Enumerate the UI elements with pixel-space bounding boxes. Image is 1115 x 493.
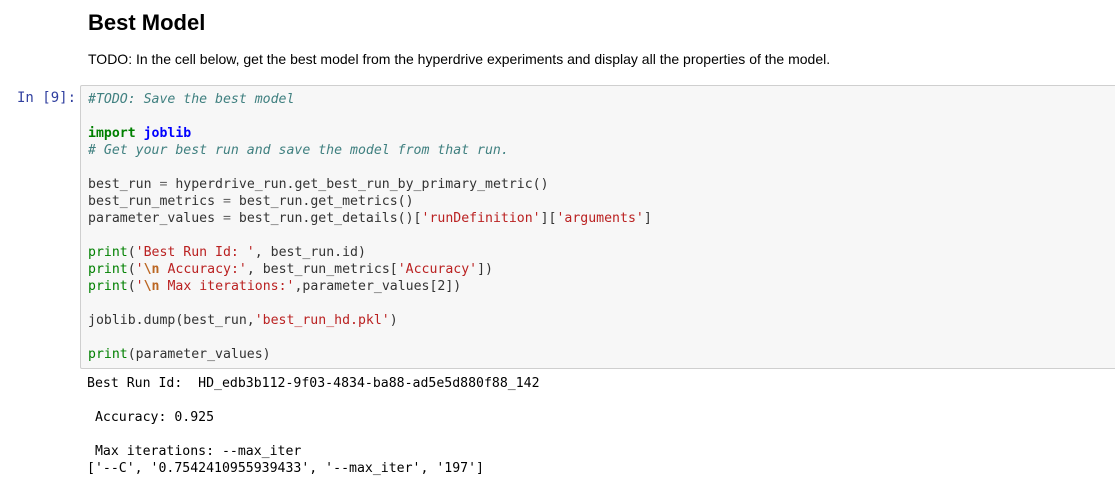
code-line: # Get your best run and save the model f… [88,143,509,158]
code-line: print('\n Max iterations:',parameter_val… [88,279,462,294]
code-line: print('Best Run Id: ', best_run.id) [88,245,366,260]
input-prompt: In [9]: [17,90,77,106]
code-line: best_run_metrics = best_run.get_metrics(… [88,194,414,209]
output-line: Best Run Id: HD_edb3b112-9f03-4834-ba88-… [87,376,540,391]
code-line: import joblib [88,126,192,141]
cell-output: Best Run Id: HD_edb3b112-9f03-4834-ba88-… [87,375,540,477]
code-line: joblib.dump(best_run,'best_run_hd.pkl') [88,313,398,328]
output-line: ['--C', '0.7542410955939433', '--max_ite… [87,461,484,476]
code-line: best_run = hyperdrive_run.get_best_run_b… [88,177,549,192]
markdown-text: TODO: In the cell below, get the best mo… [88,51,831,67]
output-line: Max iterations: --max_iter [87,444,302,459]
code-input-area[interactable]: #TODO: Save the best model import joblib… [80,85,1115,369]
code-line: #TODO: Save the best model [88,92,295,107]
code-line: print(parameter_values) [88,347,271,362]
markdown-heading: Best Model [88,10,206,35]
code-line: print('\n Accuracy:', best_run_metrics['… [88,262,493,277]
code-editor[interactable]: #TODO: Save the best model import joblib… [88,91,652,363]
output-line: Accuracy: 0.925 [87,410,215,425]
code-line: parameter_values = best_run.get_details(… [88,211,652,226]
